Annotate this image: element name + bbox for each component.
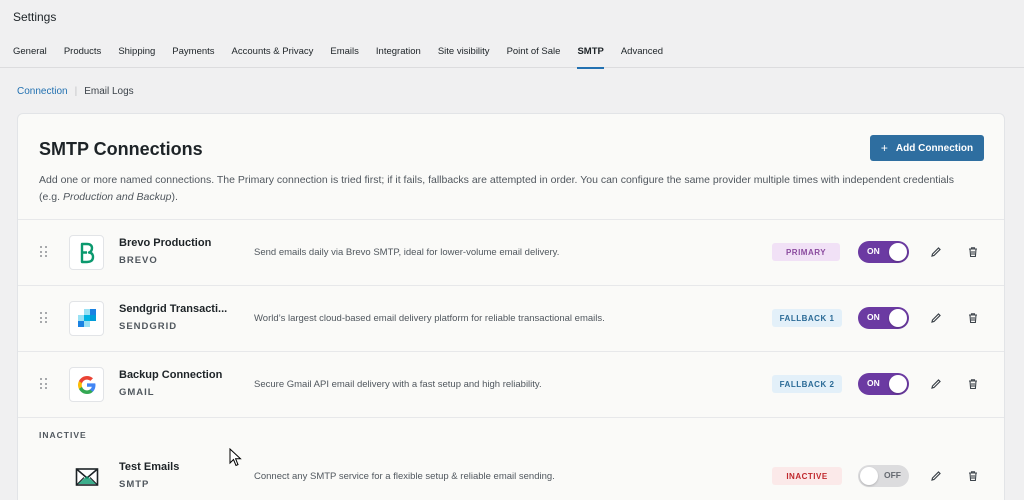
tab-shipping[interactable]: Shipping bbox=[118, 37, 155, 68]
pencil-icon[interactable] bbox=[929, 311, 943, 325]
pencil-icon[interactable] bbox=[929, 469, 943, 483]
subnav-separator: | bbox=[74, 86, 78, 97]
connection-row: Sendgrid Transacti... SENDGRID World’s l… bbox=[18, 285, 1004, 351]
trash-icon[interactable] bbox=[966, 245, 980, 259]
status-badge: PRIMARY bbox=[772, 243, 840, 261]
connection-name: Test Emails bbox=[119, 461, 180, 473]
desc-text-suffix: ). bbox=[171, 191, 178, 203]
connection-toggle[interactable]: ON bbox=[858, 373, 909, 395]
connection-toggle[interactable]: OFF bbox=[858, 465, 909, 487]
mouse-cursor-icon bbox=[229, 448, 242, 467]
subnav-email-logs[interactable]: Email Logs bbox=[84, 86, 133, 97]
pencil-icon[interactable] bbox=[929, 377, 943, 391]
smtp-envelope-icon bbox=[69, 459, 104, 494]
connection-row: Backup Connection GMAIL Secure Gmail API… bbox=[18, 351, 1004, 417]
section-description: Add one or more named connections. The P… bbox=[39, 172, 969, 206]
drag-handle-icon[interactable] bbox=[40, 378, 48, 390]
tab-advanced[interactable]: Advanced bbox=[621, 37, 663, 68]
connection-description: Secure Gmail API email delivery with a f… bbox=[254, 379, 542, 390]
connection-name: Backup Connection bbox=[119, 369, 223, 381]
connection-provider: BREVO bbox=[119, 255, 158, 266]
tab-general[interactable]: General bbox=[13, 37, 47, 68]
desc-text-italic: Production and Backup bbox=[62, 191, 172, 203]
status-badge: FALLBACK 1 bbox=[772, 309, 842, 327]
trash-icon[interactable] bbox=[966, 311, 980, 325]
page-title: Settings bbox=[13, 10, 57, 24]
trash-icon[interactable] bbox=[966, 377, 980, 391]
add-connection-label: Add Connection bbox=[895, 142, 974, 154]
status-badge: FALLBACK 2 bbox=[772, 375, 842, 393]
settings-tabs: General Products Shipping Payments Accou… bbox=[0, 37, 1024, 69]
toggle-label: ON bbox=[867, 378, 880, 388]
connection-row: Brevo Production BREVO Send emails daily… bbox=[18, 219, 1004, 285]
smtp-connections-card: SMTP Connections + Add Connection Add on… bbox=[17, 113, 1005, 500]
connection-provider: GMAIL bbox=[119, 387, 155, 398]
tab-smtp[interactable]: SMTP bbox=[577, 37, 605, 69]
tab-accounts-privacy[interactable]: Accounts & Privacy bbox=[232, 37, 314, 68]
connection-name: Sendgrid Transacti... bbox=[119, 303, 228, 315]
brevo-logo-icon bbox=[69, 235, 104, 270]
pencil-icon[interactable] bbox=[929, 245, 943, 259]
sendgrid-logo-icon bbox=[69, 301, 104, 336]
plus-icon: + bbox=[880, 141, 888, 155]
tab-point-of-sale[interactable]: Point of Sale bbox=[507, 37, 561, 68]
drag-handle-icon[interactable] bbox=[40, 246, 48, 258]
tab-payments[interactable]: Payments bbox=[172, 37, 214, 68]
connection-provider: SENDGRID bbox=[119, 321, 178, 332]
drag-handle-icon[interactable] bbox=[40, 312, 48, 324]
add-connection-button[interactable]: + Add Connection bbox=[870, 135, 984, 161]
tab-emails[interactable]: Emails bbox=[330, 37, 359, 68]
google-logo-icon bbox=[69, 367, 104, 402]
tab-integration[interactable]: Integration bbox=[376, 37, 421, 68]
toggle-label: OFF bbox=[884, 470, 901, 480]
section-title: SMTP Connections bbox=[39, 139, 203, 159]
connection-description: Connect any SMTP service for a flexible … bbox=[254, 471, 555, 482]
toggle-label: ON bbox=[867, 312, 880, 322]
toggle-label: ON bbox=[867, 246, 880, 256]
section-divider bbox=[18, 417, 1004, 418]
inactive-section-label: INACTIVE bbox=[39, 430, 87, 440]
connection-toggle[interactable]: ON bbox=[858, 307, 909, 329]
connection-provider: SMTP bbox=[119, 479, 150, 490]
connection-toggle[interactable]: ON bbox=[858, 241, 909, 263]
status-badge: INACTIVE bbox=[772, 467, 842, 485]
connection-row: Test Emails SMTP Connect any SMTP servic… bbox=[18, 444, 1004, 500]
trash-icon[interactable] bbox=[966, 469, 980, 483]
tab-site-visibility[interactable]: Site visibility bbox=[438, 37, 490, 68]
sub-navigation: Connection | Email Logs bbox=[17, 86, 134, 97]
connection-name: Brevo Production bbox=[119, 237, 212, 249]
connection-description: Send emails daily via Brevo SMTP, ideal … bbox=[254, 247, 560, 258]
tab-products[interactable]: Products bbox=[64, 37, 102, 68]
subnav-connection[interactable]: Connection bbox=[17, 86, 68, 97]
connection-description: World’s largest cloud-based email delive… bbox=[254, 313, 605, 324]
